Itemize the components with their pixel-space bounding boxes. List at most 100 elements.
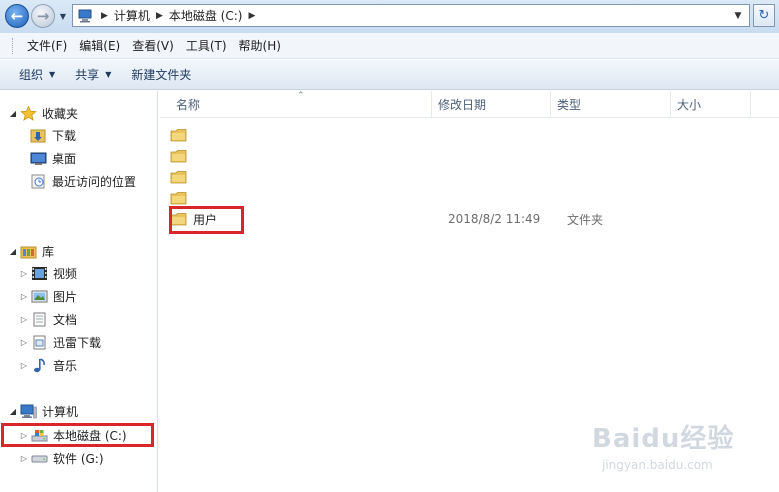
collapsed-triangle-icon[interactable]: ▷ [19,315,29,324]
forward-arrow-icon[interactable]: → [31,4,55,28]
drive-icon [31,455,48,462]
menu-grip [12,37,15,54]
folder-icon [170,171,187,184]
nav-item-documents[interactable]: ▷ 文档 [19,309,77,329]
column-header-modified[interactable]: 修改日期 [432,91,551,118]
breadcrumb-computer[interactable]: 计算机 [114,7,150,24]
nav-item-label: 音乐 [53,358,78,373]
command-bar: 组织 ▼ 共享 ▼ 新建文件夹 [0,60,779,90]
collapsed-triangle-icon[interactable]: ▷ [19,269,29,278]
breadcrumb-separator-icon[interactable]: ▶ [101,11,108,21]
breadcrumb-separator-icon[interactable]: ▶ [248,11,255,21]
file-list-view: 名称 ⌃ 修改日期 类型 大小 用户 2018/8/2 11:49 文件夹 [160,91,779,492]
download-library-icon [33,335,46,349]
address-dropdown-icon[interactable]: ▼ [731,8,745,24]
file-row[interactable] [170,124,193,146]
navigation-pane: ◢ 收藏夹 下载 桌面 最近访问的位置 ◢ 库 ▷ 视频 ▷ 图片 ▷ 文档 ▷… [0,91,158,492]
nav-item-label: 最近访问的位置 [52,174,137,189]
nav-favorites-label: 收藏夹 [42,106,79,121]
downloads-folder-icon [30,129,46,142]
expand-triangle-icon[interactable]: ◢ [8,247,18,256]
column-name-label: 名称 [176,98,201,112]
nav-item-local-disk-c[interactable]: ▷ 本地磁盘 (C:) [19,425,127,445]
nav-item-music[interactable]: ▷ 音乐 [19,355,77,375]
nav-item-videos[interactable]: ▷ 视频 [19,263,77,283]
column-modified-label: 修改日期 [438,98,487,112]
menu-help[interactable]: 帮助(H) [233,37,287,54]
column-header-size[interactable]: 大小 [671,91,751,118]
folder-icon [170,129,187,142]
file-type: 文件夹 [567,212,604,227]
star-icon [20,105,37,121]
recent-places-icon [31,174,45,188]
nav-item-recent-places[interactable]: 最近访问的位置 [30,171,136,191]
nav-libraries[interactable]: ◢ 库 [8,241,54,261]
menu-view[interactable]: 查看(V) [126,37,180,54]
desktop-icon [30,152,47,165]
expand-triangle-icon[interactable]: ◢ [8,407,18,416]
collapsed-triangle-icon[interactable]: ▷ [19,338,29,347]
recent-pages-dropdown-icon[interactable]: ▼ [57,8,69,24]
nav-computer[interactable]: ◢ 计算机 [8,401,78,421]
menu-tools[interactable]: 工具(T) [180,37,233,54]
nav-item-label: 文档 [53,312,78,327]
organize-label: 组织 [19,68,44,82]
nav-item-label: 桌面 [52,151,77,166]
menu-edit[interactable]: 编辑(E) [73,37,126,54]
folder-icon [170,192,187,205]
nav-item-software-g[interactable]: ▷ 软件 (G:) [19,448,104,468]
column-type-label: 类型 [557,98,582,112]
breadcrumb-local-disk[interactable]: 本地磁盘 (C:) [169,7,243,24]
address-toolbar: ← → ▼ ▶ 计算机 ▶ 本地磁盘 (C:) ▶ ▼ ↻ [0,0,779,33]
picture-library-icon [31,290,48,302]
menu-file[interactable]: 文件(F) [21,37,73,54]
nav-item-thunder-downloads[interactable]: ▷ 迅雷下载 [19,332,101,352]
nav-item-downloads[interactable]: 下载 [30,125,76,145]
expand-triangle-icon[interactable]: ◢ [8,109,18,118]
nav-libraries-label: 库 [42,244,55,259]
column-size-label: 大小 [677,98,702,112]
collapsed-triangle-icon[interactable]: ▷ [19,454,29,463]
column-header-row: 名称 ⌃ 修改日期 类型 大小 [160,91,779,118]
collapsed-triangle-icon[interactable]: ▷ [19,431,29,440]
file-row[interactable] [170,187,193,209]
video-library-icon [32,266,47,280]
nav-item-label: 下载 [52,128,77,143]
chevron-down-icon: ▼ [105,70,112,79]
nav-item-label: 软件 (G:) [53,451,104,466]
column-header-type[interactable]: 类型 [551,91,671,118]
menu-bar: 文件(F) 编辑(E) 查看(V) 工具(T) 帮助(H) [0,33,779,59]
file-row[interactable] [170,166,193,188]
nav-item-label: 迅雷下载 [53,335,102,350]
refresh-icon[interactable]: ↻ [753,4,775,27]
new-folder-button[interactable]: 新建文件夹 [122,66,200,83]
folder-icon [170,213,187,226]
music-note-icon [34,357,45,372]
share-label: 共享 [75,68,100,82]
organize-button[interactable]: 组织 ▼ [10,66,64,83]
file-row[interactable] [170,145,193,167]
breadcrumb-separator-icon[interactable]: ▶ [156,11,163,21]
nav-favorites[interactable]: ◢ 收藏夹 [8,103,78,123]
system-drive-icon [31,429,48,441]
nav-item-desktop[interactable]: 桌面 [30,148,76,168]
computer-icon [20,404,37,418]
address-bar[interactable]: ▶ 计算机 ▶ 本地磁盘 (C:) ▶ ▼ [72,4,750,27]
nav-item-label: 视频 [53,266,78,281]
nav-item-label: 本地磁盘 (C:) [53,428,127,443]
collapsed-triangle-icon[interactable]: ▷ [19,361,29,370]
sort-ascending-icon: ⌃ [297,91,305,101]
share-button[interactable]: 共享 ▼ [66,66,120,83]
nav-item-pictures[interactable]: ▷ 图片 [19,286,77,306]
computer-icon [78,9,92,22]
folder-icon [170,150,187,163]
collapsed-triangle-icon[interactable]: ▷ [19,292,29,301]
file-modified-date: 2018/8/2 11:49 [448,212,541,226]
back-arrow-icon[interactable]: ← [5,4,29,28]
chevron-down-icon: ▼ [49,70,56,79]
file-name: 用户 [193,212,218,227]
library-icon [20,246,37,258]
file-row-users[interactable]: 用户 2018/8/2 11:49 文件夹 [170,208,603,230]
nav-computer-label: 计算机 [42,404,79,419]
document-library-icon [33,312,46,326]
